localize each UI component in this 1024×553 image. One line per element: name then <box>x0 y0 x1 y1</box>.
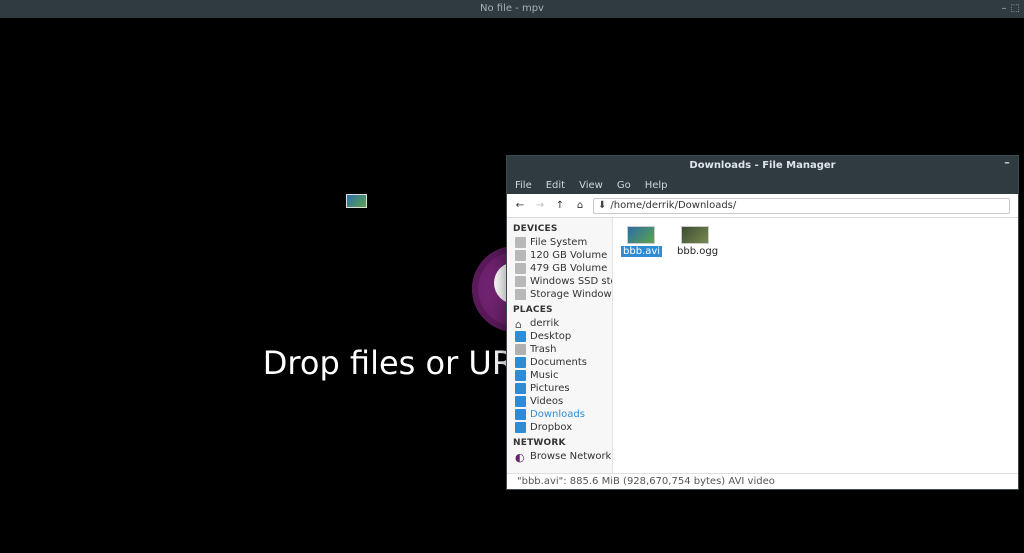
drive-icon <box>515 276 526 287</box>
nav-buttons: ← → ↑ ⌂ <box>515 200 585 211</box>
sidebar-item-documents[interactable]: Documents <box>507 356 612 369</box>
file-item-bbb-avi[interactable]: bbb.avi <box>621 226 661 257</box>
sidebar-item-desktop[interactable]: Desktop <box>507 330 612 343</box>
sidebar-item-browse-network[interactable]: Browse Network <box>507 450 612 463</box>
sidebar-header-places: PLACES <box>507 301 612 317</box>
menu-file[interactable]: File <box>515 180 532 191</box>
sidebar-item-label: 120 GB Volume <box>530 250 607 261</box>
folder-icon <box>515 409 526 420</box>
home-icon <box>515 318 526 329</box>
home-icon[interactable]: ⌂ <box>575 200 585 211</box>
sidebar-item-music[interactable]: Music <box>507 369 612 382</box>
file-manager-body: DEVICES File System 120 GB Volume 479 GB… <box>507 218 1018 473</box>
folder-icon <box>515 396 526 407</box>
folder-icon <box>515 422 526 433</box>
location-bar[interactable]: ⬇ /home/derrik/Downloads/ <box>593 198 1010 214</box>
forward-icon[interactable]: → <box>535 200 545 211</box>
status-text: "bbb.avi": 885.6 MiB (928,670,754 bytes)… <box>517 476 775 487</box>
folder-icon <box>515 383 526 394</box>
video-thumbnail-icon <box>627 226 655 244</box>
drive-icon <box>515 250 526 261</box>
drag-preview-thumbnail <box>346 194 367 208</box>
sidebar-item-label: Videos <box>530 396 563 407</box>
sidebar-item-label: Browse Network <box>530 451 611 462</box>
sidebar-item-dropbox[interactable]: Dropbox <box>507 421 612 434</box>
sidebar-item-label: Dropbox <box>530 422 572 433</box>
drive-icon <box>515 237 526 248</box>
file-manager-title: Downloads - File Manager <box>689 160 835 171</box>
drive-icon <box>515 289 526 300</box>
mpv-titlebar: No file - mpv – ⬚ <box>0 0 1024 18</box>
sidebar-item-pictures[interactable]: Pictures <box>507 382 612 395</box>
video-thumbnail-icon <box>681 226 709 244</box>
maximize-icon[interactable]: ⬚ <box>1011 0 1020 18</box>
sidebar-item-label: Trash <box>530 344 556 355</box>
download-icon: ⬇ <box>598 200 606 211</box>
file-manager-window: Downloads - File Manager – File Edit Vie… <box>506 155 1019 490</box>
menu-edit[interactable]: Edit <box>546 180 565 191</box>
file-manager-menubar: File Edit View Go Help <box>507 176 1018 194</box>
folder-icon <box>515 357 526 368</box>
sidebar-header-devices: DEVICES <box>507 220 612 236</box>
sidebar-item-storagewin[interactable]: Storage Windows <box>507 288 612 301</box>
file-content-area[interactable]: bbb.avi bbb.ogg <box>613 218 1018 473</box>
menu-help[interactable]: Help <box>645 180 668 191</box>
sidebar-item-filesystem[interactable]: File System <box>507 236 612 249</box>
sidebar-item-label: Windows SSD storage <box>530 276 613 287</box>
mpv-window-title: No file - mpv <box>480 3 544 14</box>
drive-icon <box>515 263 526 274</box>
sidebar-header-network: NETWORK <box>507 434 612 450</box>
file-label: bbb.ogg <box>675 246 720 257</box>
menu-go[interactable]: Go <box>617 180 631 191</box>
sidebar-item-label: File System <box>530 237 587 248</box>
sidebar-item-label: 479 GB Volume <box>530 263 607 274</box>
location-path: /home/derrik/Downloads/ <box>610 200 736 211</box>
trash-icon <box>515 344 526 355</box>
folder-icon <box>515 331 526 342</box>
mpv-window-controls[interactable]: – ⬚ <box>990 0 1020 18</box>
file-label: bbb.avi <box>621 246 662 257</box>
minimize-icon[interactable]: – <box>1002 0 1007 18</box>
menu-view[interactable]: View <box>579 180 603 191</box>
sidebar-item-label: derrik <box>530 318 559 329</box>
sidebar-item-label: Storage Windows <box>530 289 613 300</box>
sidebar: DEVICES File System 120 GB Volume 479 GB… <box>507 218 613 473</box>
sidebar-item-winssd[interactable]: Windows SSD storage <box>507 275 612 288</box>
status-bar: "bbb.avi": 885.6 MiB (928,670,754 bytes)… <box>507 473 1018 489</box>
sidebar-item-vol479[interactable]: 479 GB Volume <box>507 262 612 275</box>
sidebar-item-home[interactable]: derrik <box>507 317 612 330</box>
sidebar-item-label: Downloads <box>530 409 585 420</box>
sidebar-item-label: Music <box>530 370 558 381</box>
minimize-icon[interactable]: – <box>1000 156 1014 170</box>
sidebar-item-vol120[interactable]: 120 GB Volume <box>507 249 612 262</box>
file-manager-toolbar: ← → ↑ ⌂ ⬇ /home/derrik/Downloads/ <box>507 194 1018 218</box>
file-manager-titlebar[interactable]: Downloads - File Manager – <box>507 156 1018 176</box>
sidebar-item-videos[interactable]: Videos <box>507 395 612 408</box>
sidebar-item-trash[interactable]: Trash <box>507 343 612 356</box>
file-grid: bbb.avi bbb.ogg <box>621 226 1010 257</box>
sidebar-item-label: Desktop <box>530 331 571 342</box>
sidebar-item-label: Pictures <box>530 383 570 394</box>
network-icon <box>515 451 526 462</box>
folder-icon <box>515 370 526 381</box>
sidebar-item-downloads[interactable]: Downloads <box>507 408 612 421</box>
file-item-bbb-ogg[interactable]: bbb.ogg <box>675 226 715 257</box>
back-icon[interactable]: ← <box>515 200 525 211</box>
up-icon[interactable]: ↑ <box>555 200 565 211</box>
sidebar-item-label: Documents <box>530 357 587 368</box>
